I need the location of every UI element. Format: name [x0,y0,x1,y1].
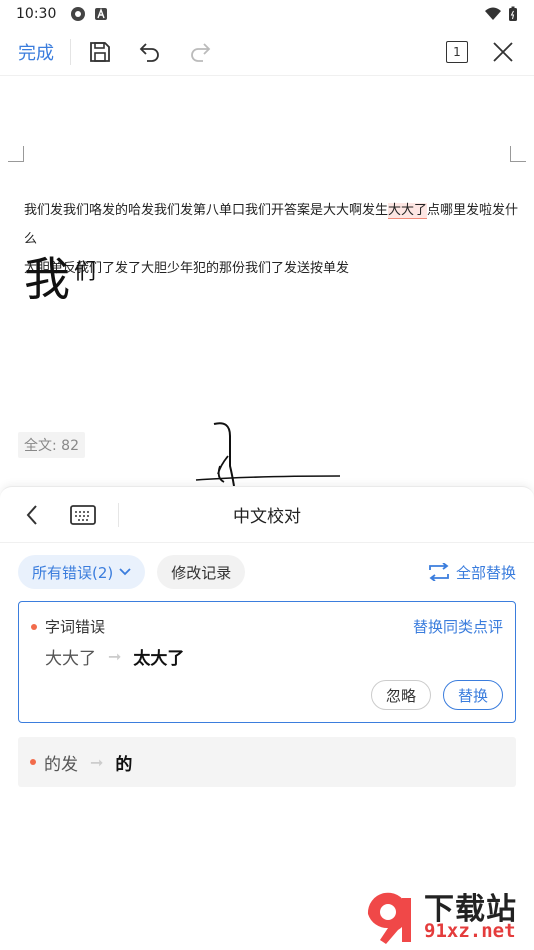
margin-corner-right [510,146,526,162]
document-line-1: 我们发我们咯发的哈发我们发第八单口我们开答案是大大啊发生大大了点哪里发啦发什么 [24,203,519,247]
page-indicator-button[interactable]: 1 [446,40,468,63]
save-icon [90,41,110,62]
error-card[interactable]: 的发 ➞ 的 [18,737,516,787]
app-status-icon [95,8,108,20]
chevron-down-icon [119,568,131,576]
suggested-text: 的 [115,754,133,775]
filter-history[interactable]: 修改记录 [157,555,246,589]
redo-button[interactable] [185,37,215,67]
redo-icon [191,42,211,62]
save-button[interactable] [85,37,115,67]
keyboard-icon [70,504,96,525]
document-text[interactable]: 我们发我们咯发的哈发我们发第八单口我们开答案是大大啊发生大大了点哪里发啦发什么 … [24,196,520,283]
undo-button[interactable] [135,37,165,67]
superscript-char: 们 [74,260,97,285]
status-bar: 10:30 [0,0,534,28]
error-dot [31,623,37,630]
replace-all-icon [429,563,449,581]
arrow-right-icon: ➞ [108,647,122,666]
original-text: 大大了 [45,649,96,669]
replace-same-type-link[interactable]: 替换同类点评 [413,616,503,637]
chevron-left-icon [26,504,37,525]
wifi-icon [485,7,501,20]
word-count-badge: 全文: 82 [18,432,85,458]
watermark-domain: 91xz.net [424,920,516,942]
filter-all-errors[interactable]: 所有错误(2) [18,555,146,589]
settings-status-icon [71,7,86,21]
handwriting-stroke [195,422,341,486]
battery-icon [509,6,517,21]
watermark-logo-icon [367,892,411,944]
large-text-char: 我 [24,252,70,306]
site-watermark: 下载站 91xz.net [358,884,528,946]
page-number: 1 [453,44,461,59]
error-type: 字词错误 [31,616,105,637]
replace-button[interactable]: 替换 [442,680,503,710]
close-button[interactable] [490,39,516,65]
toolbar-divider [70,38,71,65]
arrow-right-icon: ➞ [90,752,104,772]
panel-header: 中文校对 [0,487,534,543]
status-time: 10:30 [16,6,57,22]
panel-header-divider [118,502,119,527]
document-canvas[interactable]: 我们发我们咯发的哈发我们发第八单口我们开答案是大大啊发生大大了点哪里发啦发什么 … [0,76,534,486]
ignore-button[interactable]: 忽略 [370,680,431,710]
undo-icon [139,42,159,62]
error-highlight[interactable]: 大大了 [388,203,428,219]
done-button[interactable]: 完成 [18,39,54,65]
proofreading-panel: 中文校对 所有错误(2) 修改记录 全部替换 字词错误 替换同类点评 大大了 ➞… [0,486,534,950]
original-text: 的发 [44,754,78,775]
error-card-selected[interactable]: 字词错误 替换同类点评 大大了 ➞ 太大了 忽略 替换 [18,601,516,723]
correction-suggestion: 大大了 ➞ 太大了 [45,644,184,669]
editor-toolbar: 完成 1 [0,28,534,76]
keyboard-button[interactable] [68,501,98,529]
filter-row: 所有错误(2) 修改记录 全部替换 [18,555,516,589]
margin-corner-left [8,146,24,162]
document-line-2: 大胆单反我们了发了大胆少年犯的那份我们了发送按单发 [24,261,350,276]
suggested-text: 太大了 [133,649,185,669]
close-icon [493,41,513,62]
replace-all-button[interactable]: 全部替换 [428,562,516,583]
error-dot [30,759,36,765]
back-button[interactable] [18,501,46,529]
